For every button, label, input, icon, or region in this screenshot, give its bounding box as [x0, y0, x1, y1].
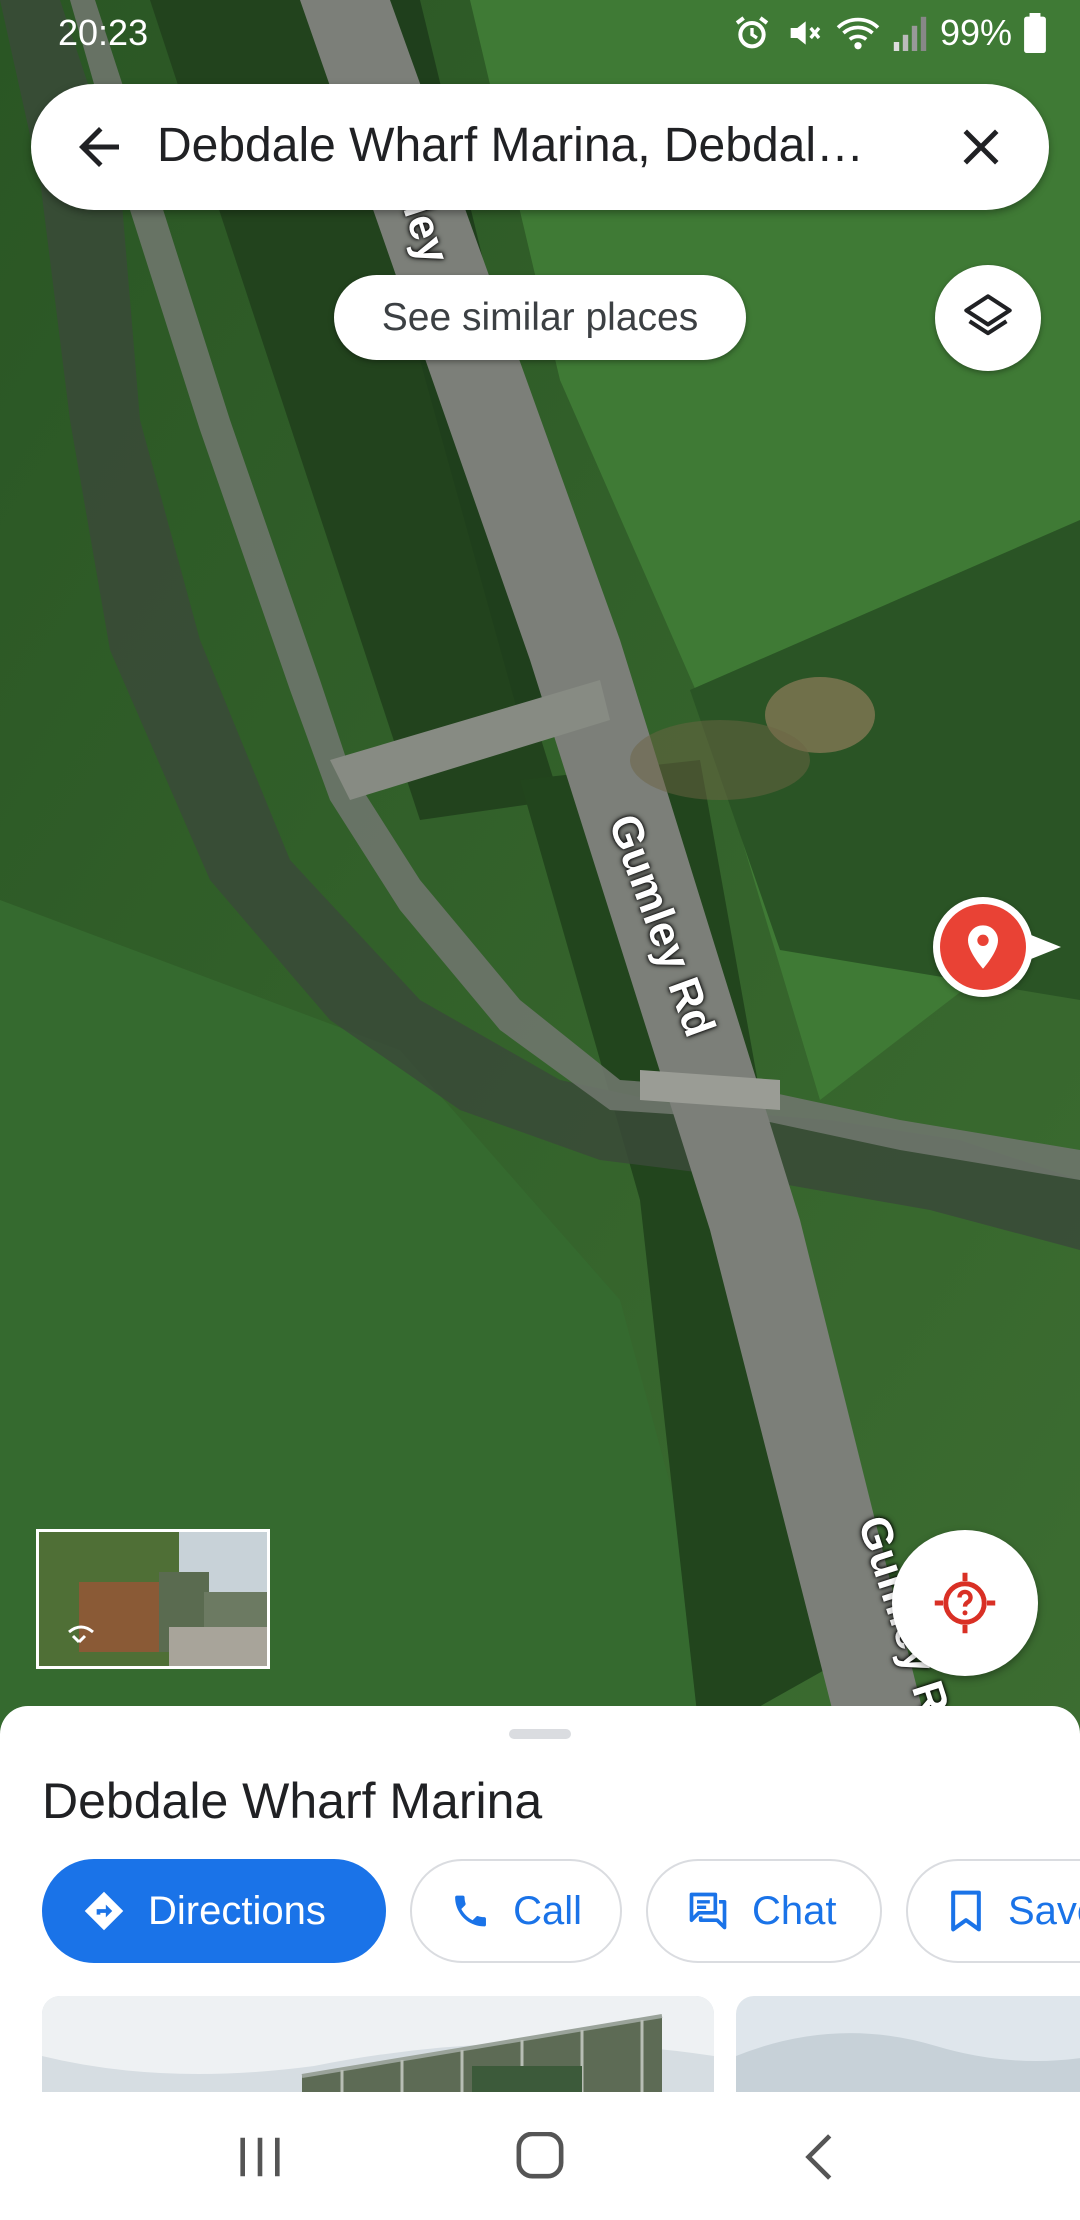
place-photo[interactable] [736, 1996, 1080, 2092]
directions-button[interactable]: Directions [42, 1859, 386, 1963]
phone-icon [455, 1895, 486, 1927]
call-label: Call [513, 1888, 582, 1933]
close-icon[interactable] [951, 117, 1011, 177]
save-label: Save [1008, 1888, 1080, 1933]
search-bar[interactable]: Debdale Wharf Marina, Debdal… [31, 84, 1049, 210]
place-photo[interactable] [42, 1996, 714, 2092]
save-button[interactable]: Save [906, 1859, 1080, 1963]
system-navigation-bar [0, 2092, 1080, 2220]
home-icon[interactable] [510, 2132, 570, 2182]
place-photos [42, 1996, 1080, 2092]
chat-label: Chat [752, 1888, 837, 1933]
bookmark-icon [951, 1890, 981, 1932]
alarm-icon [735, 16, 769, 49]
back-icon[interactable] [792, 2132, 852, 2182]
status-bar: 20:23 99% [0, 0, 1080, 64]
place-photo-image [736, 1996, 1080, 2092]
see-similar-places-button[interactable]: See similar places [334, 275, 746, 360]
sheet-drag-handle[interactable] [509, 1729, 571, 1739]
search-query[interactable]: Debdale Wharf Marina, Debdal… [157, 118, 864, 173]
locate-question-icon [934, 1572, 996, 1634]
battery-icon [1024, 13, 1046, 53]
signal-icon [893, 16, 927, 51]
chat-icon [689, 1892, 727, 1930]
place-title: Debdale Wharf Marina [42, 1773, 543, 1829]
layers-button[interactable] [935, 265, 1041, 371]
satellite-imagery [0, 0, 1080, 1740]
directions-icon [84, 1891, 124, 1931]
arrow-back-icon[interactable] [69, 117, 129, 177]
my-location-button[interactable] [892, 1530, 1038, 1676]
call-button[interactable]: Call [410, 1859, 622, 1963]
place-marker[interactable] [933, 897, 1061, 997]
place-pin-icon [968, 925, 998, 969]
marina-building-photo [42, 1996, 714, 2092]
mute-icon [790, 21, 821, 45]
status-time: 20:23 [58, 12, 149, 53]
satellite-map[interactable]: Gumley Rd Gumley R ley [0, 0, 1080, 1740]
wifi-icon [836, 17, 880, 50]
recent-apps-icon[interactable] [230, 2132, 290, 2182]
action-chips: Directions Call Chat Save [42, 1859, 1080, 1965]
layers-icon [964, 294, 1012, 336]
street-view-thumbnail[interactable] [36, 1529, 270, 1669]
street-view-image [39, 1532, 267, 1666]
battery-percentage: 99% [939, 12, 1012, 53]
chat-button[interactable]: Chat [646, 1859, 882, 1963]
directions-label: Directions [148, 1888, 326, 1933]
place-bottom-sheet[interactable]: Debdale Wharf Marina Directions Call Cha… [0, 1706, 1080, 2092]
